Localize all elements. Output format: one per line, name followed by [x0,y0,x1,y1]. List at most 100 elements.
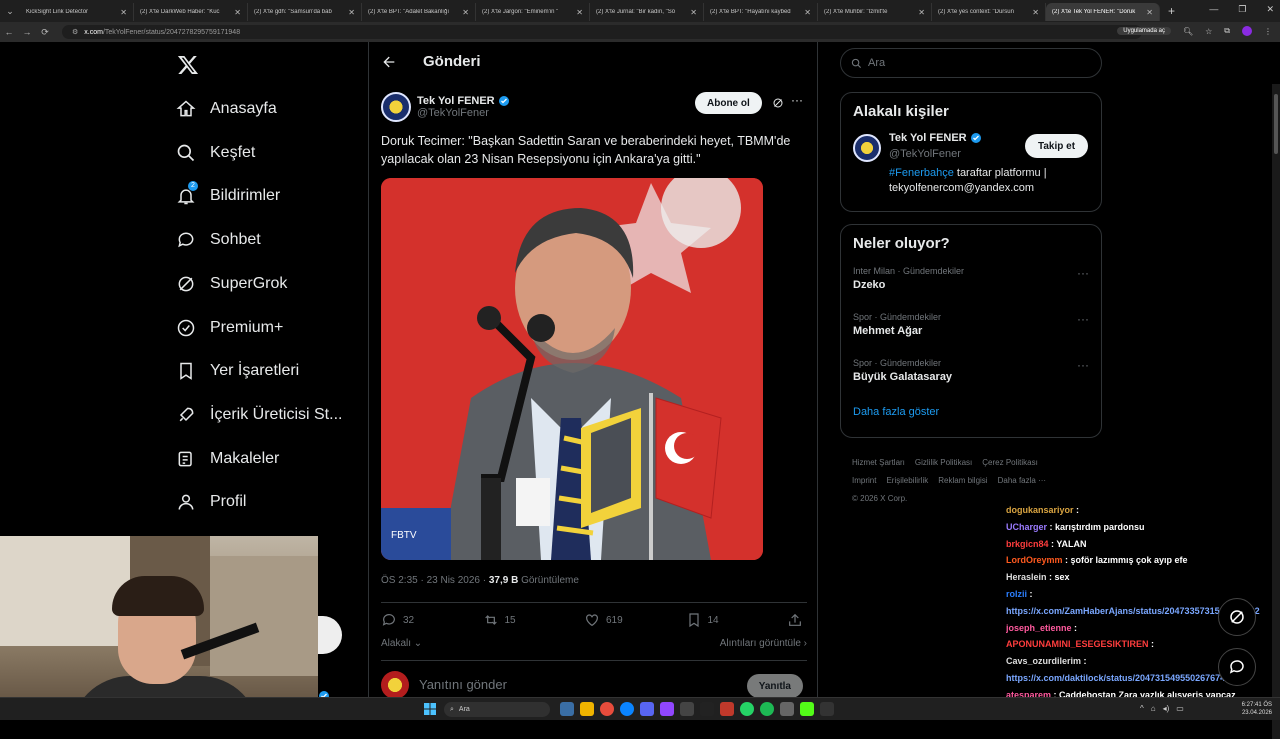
footer-link[interactable]: Imprint [852,476,876,485]
task-view-icon[interactable] [560,702,574,716]
menu-icon[interactable]: ⋮ [1264,27,1272,36]
like-action[interactable]: 619 [584,612,684,628]
author-handle[interactable]: @TekYolFener [417,107,510,119]
author-name[interactable]: Tek Yol FENER [417,95,495,107]
kick-icon[interactable] [800,702,814,716]
follow-button[interactable]: Takip et [1025,134,1089,158]
whatsapp-icon[interactable] [740,702,754,716]
close-tab-icon[interactable]: ✕ [804,8,811,17]
chat-username[interactable]: APONUNAMINI_ESEGESIKTIREN [1006,639,1149,649]
tray-arrow-icon[interactable]: ^ [1140,704,1144,713]
maximize-icon[interactable]: ❐ [1238,4,1246,15]
related-person[interactable]: Tek Yol FENER @TekYolFener Takip et #Fen… [841,130,1101,200]
grok-float-button[interactable] [1218,598,1256,636]
chat-username[interactable]: LordOreymm [1006,555,1063,565]
show-more-link[interactable]: Daha fazla göster [841,400,1101,430]
windows-start-icon[interactable] [424,703,436,715]
profile-avatar[interactable] [1242,26,1252,36]
browser-tab[interactable]: (2) X'te Tek Yol FENER: "Doruk ✕ [1046,3,1160,21]
related-dropdown[interactable]: Alakalı ⌄ [381,638,422,649]
discord-icon[interactable] [640,702,654,716]
close-tab-icon[interactable]: ✕ [120,8,127,17]
browser-tab[interactable]: KickSight Link Detector ✕ [20,3,134,21]
nav-item-bookmark[interactable]: Yer İşaretleri [166,351,299,391]
reply-input[interactable]: Yanıtını gönder [419,677,507,692]
tweet-photo[interactable]: FBTV [381,178,763,560]
browser-tab[interactable]: (2) X'te BPT: "Adalet Bakanlığı ✕ [362,3,476,21]
browser-tab[interactable]: (2) X'te Jurnal: "Bir kadın, "Sö ✕ [590,3,704,21]
nav-item-home[interactable]: Anasayfa [166,89,277,129]
nav-item-bell[interactable]: 2 Bildirimler [166,176,280,216]
file-explorer-icon[interactable] [580,702,594,716]
tab-search-icon[interactable]: ⌄ [0,0,20,22]
trend-more-icon[interactable]: ··· [1077,312,1089,326]
app-icon[interactable] [820,702,834,716]
chat-username[interactable]: brkgicn84 [1006,539,1049,549]
network-icon[interactable]: ⌂ [1151,704,1156,713]
obs-icon[interactable] [700,702,714,716]
footer-link[interactable]: Çerez Politikası [982,458,1038,467]
chrome-icon[interactable] [600,702,614,716]
chat-username[interactable]: rolzii [1006,589,1027,599]
reply-action[interactable]: 32 [381,612,481,628]
nav-item-article[interactable]: Makaleler [166,439,279,479]
chat-username[interactable]: joseph_etienne [1006,623,1072,633]
edge-icon[interactable] [620,702,634,716]
person-avatar[interactable] [853,134,881,162]
browser-tab[interactable]: (2) X'te Jargon: "Eminem'in " ✕ [476,3,590,21]
chat-username[interactable]: dogukansariyor [1006,505,1074,515]
taskbar-search[interactable]: ⌕ Ara [444,702,550,717]
reply-button[interactable]: Yanıtla [746,674,803,698]
repost-action[interactable]: 15 [483,612,583,628]
url-field[interactable]: ⚙ x.com/TekYolFener/status/2047278295759… [62,25,1142,39]
grok-icon[interactable] [772,97,784,109]
chat-link[interactable]: https://x.com/daktilock/status/204731549… [1006,673,1230,683]
x-logo-icon[interactable] [177,54,199,76]
person-name[interactable]: Tek Yol FENER [889,132,967,144]
person-name-row[interactable]: Tek Yol FENER [889,132,982,144]
search-input[interactable]: Ara [840,48,1102,78]
tweet-timestamp[interactable]: ÖS 2:35 · 23 Nis 2026 · [381,575,489,586]
reload-icon[interactable]: ⟳ [36,27,54,38]
clock[interactable]: 6:27:41 ÖS 23.04.2026 [1242,701,1272,717]
footer-link[interactable]: Reklam bilgisi [938,476,987,485]
footer-link[interactable]: Hizmet Şartları [852,458,905,467]
author-avatar[interactable] [381,92,411,122]
trend-more-icon[interactable]: ··· [1077,358,1089,372]
nav-item-search[interactable]: Keşfet [166,133,255,173]
close-tab-icon[interactable]: ✕ [1032,8,1039,17]
site-info-icon[interactable]: ⚙ [72,28,78,36]
close-tab-icon[interactable]: ✕ [690,8,697,17]
volume-icon[interactable]: ◂) [1163,704,1170,713]
chat-username[interactable]: UCharger [1006,522,1047,532]
post-button[interactable] [318,616,342,654]
close-window-icon[interactable]: ✕ [1266,4,1274,15]
bookmark-action[interactable]: 14 [686,612,786,628]
browser-tab[interactable]: (2) X'te yes context: "Dursun ✕ [932,3,1046,21]
minimize-icon[interactable]: — [1209,4,1218,15]
new-tab-button[interactable]: + [1160,4,1183,18]
back-arrow-icon[interactable] [381,54,397,70]
author-name-row[interactable]: Tek Yol FENER [417,95,510,107]
app-icon[interactable] [780,702,794,716]
spotify-icon[interactable] [760,702,774,716]
star-icon[interactable]: ☆ [1205,27,1212,36]
my-avatar[interactable] [381,670,409,699]
close-tab-icon[interactable]: ✕ [1146,8,1153,17]
twitch-icon[interactable] [660,702,674,716]
trend-item[interactable]: Inter Milan · Gündemdekiler Dzeko ··· [841,262,1101,308]
footer-link[interactable]: Erişilebilirlik [886,476,928,485]
nav-item-chat[interactable]: Sohbet [166,220,261,260]
browser-tab[interactable]: (2) X'te BPT: "Hayatını kaybed ✕ [704,3,818,21]
browser-tab[interactable]: (2) X'te DarkWeb Haber: "Kuc ✕ [134,3,248,21]
close-tab-icon[interactable]: ✕ [576,8,583,17]
close-tab-icon[interactable]: ✕ [348,8,355,17]
open-in-app-button[interactable]: Uygulamada aç [1117,27,1171,35]
chat-username[interactable]: Heraslein [1006,572,1047,582]
share-action[interactable] [787,612,807,628]
close-tab-icon[interactable]: ✕ [462,8,469,17]
messages-float-button[interactable] [1218,648,1256,686]
extensions-icon[interactable]: ⧉ [1224,26,1230,36]
close-tab-icon[interactable]: ✕ [234,8,241,17]
nav-item-rocket[interactable]: İçerik Üreticisi St... [166,395,342,435]
